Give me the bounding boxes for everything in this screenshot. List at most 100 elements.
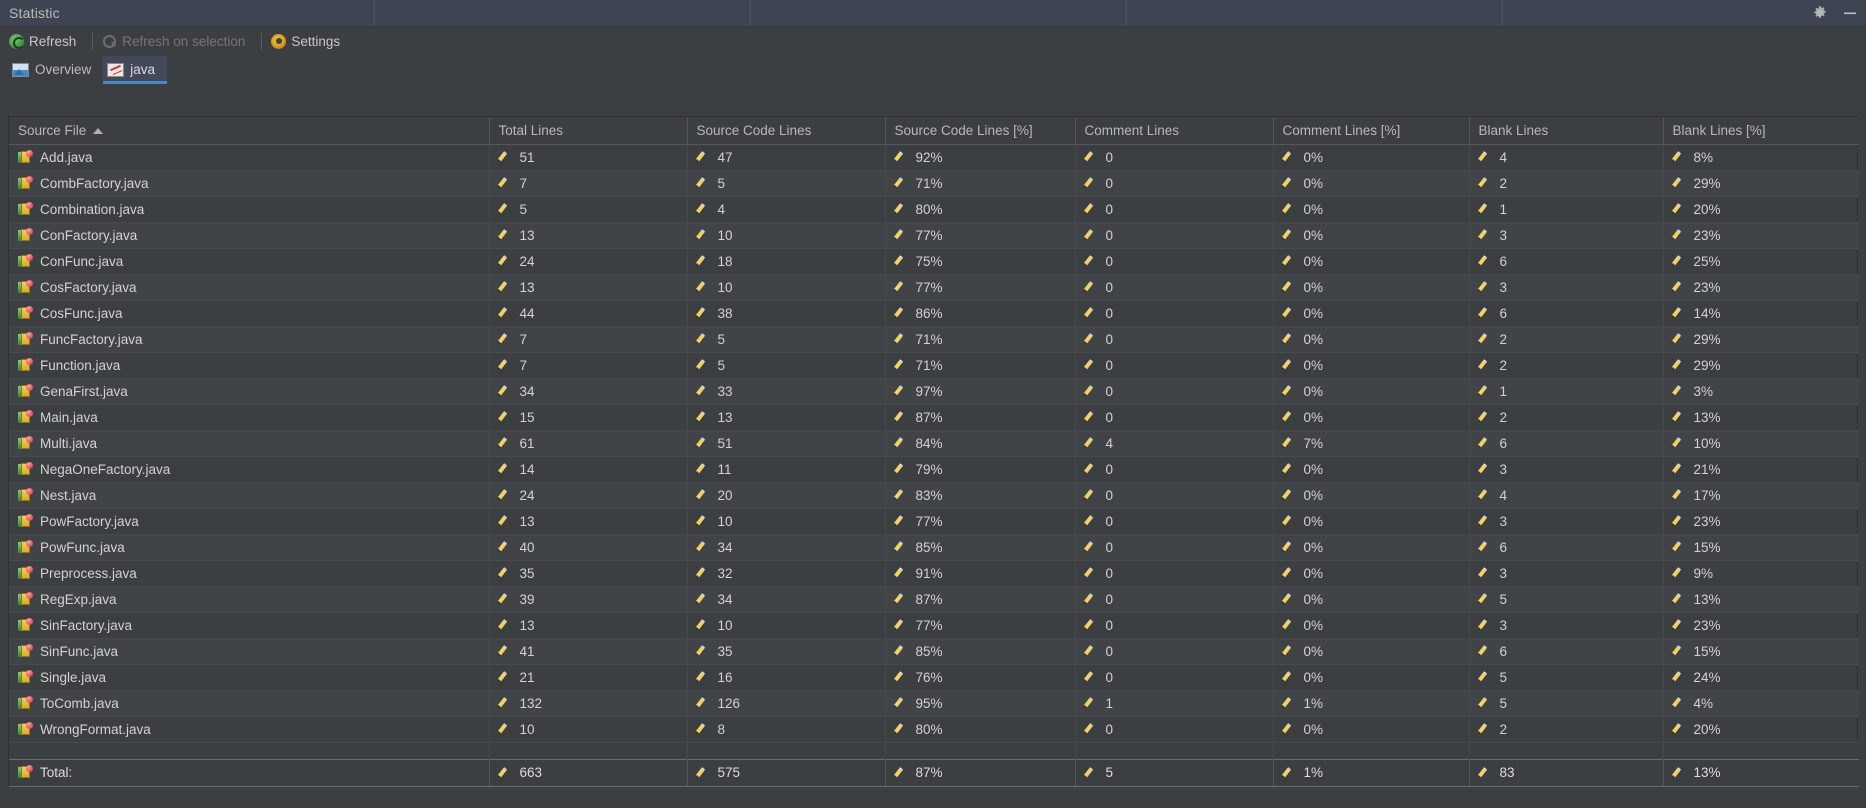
column-header-comment-lines-pct[interactable]: Comment Lines [%] [1273,117,1470,145]
pencil-icon [1283,332,1297,346]
total-lines-cell: 7 [489,352,688,379]
pencil-icon [1085,566,1099,580]
column-header-source-code-lines[interactable]: Source Code Lines [687,117,886,145]
pencil-icon [1479,644,1493,658]
blank-lines-value: 2 [1499,721,1508,737]
pencil-icon [1085,488,1099,502]
table-row[interactable]: ConFactory.java 13 10 77% 0 0% 3 23% [9,222,1859,249]
minimize-icon[interactable] [1841,5,1858,22]
blank-lines-pct-cell: 25% [1663,248,1859,275]
source-code-lines-cell: 16 [687,664,886,691]
comment-lines-pct-value: 0% [1303,227,1324,243]
pencil-icon [1673,592,1687,606]
total-lines-cell: 24 [489,482,688,509]
pencil-icon [499,306,513,320]
table-row[interactable]: FuncFactory.java 7 5 71% 0 0% 2 29% [9,326,1859,353]
blank-lines-pct-value: 23% [1693,227,1721,243]
pencil-icon [1479,410,1493,424]
comment-lines-cell: 0 [1075,378,1274,405]
table-row[interactable]: GenaFirst.java 34 33 97% 0 0% 1 3% [9,378,1859,405]
source-file-name: PowFactory.java [40,513,139,529]
table-row[interactable]: CosFunc.java 44 38 86% 0 0% 6 14% [9,300,1859,327]
settings-button[interactable]: Settings [269,30,349,52]
column-header-blank-lines-pct[interactable]: Blank Lines [%] [1663,117,1859,145]
total-lines-value: 41 [519,643,535,659]
blank-lines-pct-value: 15% [1693,643,1721,659]
source-code-lines-value: 10 [717,513,733,529]
comment-lines-cell: 0 [1075,534,1274,561]
blank-lines-cell: 3 [1469,612,1664,639]
pencil-icon [895,722,909,736]
table-row[interactable]: Preprocess.java 35 32 91% 0 0% 3 9% [9,560,1859,587]
pencil-icon [1479,618,1493,632]
pencil-icon [895,644,909,658]
java-file-icon [18,435,33,451]
column-header-source-file[interactable]: Source File [9,117,490,145]
table-row[interactable]: Nest.java 24 20 83% 0 0% 4 17% [9,482,1859,509]
total-lines-cell: 44 [489,300,688,327]
table-row[interactable]: Main.java 15 13 87% 0 0% 2 13% [9,404,1859,431]
tab-overview[interactable]: Overview [8,56,103,83]
comment-lines-value: 0 [1105,591,1114,607]
blank-lines-value: 6 [1499,539,1508,555]
total-lines-value: 61 [519,435,535,451]
total-blank-lines-pct-value: 13% [1693,765,1721,780]
blank-lines-value: 2 [1499,357,1508,373]
source-code-lines-cell: 5 [687,326,886,353]
pencil-icon [1479,332,1493,346]
refresh-on-selection-button[interactable]: Refresh on selection [100,30,254,52]
total-source-code-lines-value: 575 [717,765,741,780]
column-header-blank-lines[interactable]: Blank Lines [1469,117,1664,145]
table-row[interactable]: Add.java 51 47 92% 0 0% 4 8% [9,144,1859,171]
table-row[interactable]: RegExp.java 39 34 87% 0 0% 5 13% [9,586,1859,613]
comment-lines-value: 0 [1105,201,1114,217]
table-row[interactable]: NegaOneFactory.java 14 11 79% 0 0% 3 21% [9,456,1859,483]
table-row[interactable]: PowFunc.java 40 34 85% 0 0% 6 15% [9,534,1859,561]
source-code-lines-pct-value: 97% [915,383,943,399]
table-row[interactable]: WrongFormat.java 10 8 80% 0 0% 2 20% [9,716,1859,743]
comment-lines-pct-value: 0% [1303,721,1324,737]
column-header-source-code-lines-pct[interactable]: Source Code Lines [%] [885,117,1076,145]
comment-lines-pct-cell: 0% [1273,378,1470,405]
column-header-comment-lines[interactable]: Comment Lines [1075,117,1274,145]
table-row[interactable]: Single.java 21 16 76% 0 0% 5 24% [9,664,1859,691]
table-row[interactable]: SinFunc.java 41 35 85% 0 0% 6 15% [9,638,1859,665]
pencil-icon [697,176,711,190]
tab-java[interactable]: java [103,56,168,84]
table-row[interactable]: CombFactory.java 7 5 71% 0 0% 2 29% [9,170,1859,197]
table-row[interactable]: Combination.java 5 4 80% 0 0% 1 20% [9,196,1859,223]
table-row[interactable]: Function.java 7 5 71% 0 0% 2 29% [9,352,1859,379]
pencil-icon [1085,228,1099,242]
blank-lines-cell: 3 [1469,560,1664,587]
source-file-cell: PowFactory.java [9,508,490,535]
pencil-icon [1673,722,1687,736]
comment-lines-pct-value: 0% [1303,513,1324,529]
table-row[interactable]: CosFactory.java 13 10 77% 0 0% 3 23% [9,274,1859,301]
total-comment-lines-pct-value: 1% [1303,765,1324,780]
pencil-icon [697,228,711,242]
source-code-lines-pct-cell: 91% [885,560,1076,587]
table-row[interactable]: Multi.java 61 51 84% 4 7% 6 10% [9,430,1859,457]
table-row[interactable]: ToComb.java 132 126 95% 1 1% 5 4% [9,690,1859,717]
pencil-icon [1085,592,1099,606]
comment-lines-value: 0 [1105,487,1114,503]
column-header-total-lines[interactable]: Total Lines [489,117,688,145]
table-row[interactable]: SinFactory.java 13 10 77% 0 0% 3 23% [9,612,1859,639]
total-lines-value: 14 [519,461,535,477]
blank-lines-cell: 5 [1469,664,1664,691]
comment-lines-pct-value: 0% [1303,487,1324,503]
table-row[interactable]: PowFactory.java 13 10 77% 0 0% 3 23% [9,508,1859,535]
gear-icon[interactable] [1811,5,1828,22]
total-lines-value: 5 [519,201,528,217]
total-lines-cell: 13 [489,612,688,639]
pencil-icon [1479,436,1493,450]
pencil-icon [1085,410,1099,424]
comment-lines-pct-value: 0% [1303,305,1324,321]
source-code-lines-value: 10 [717,617,733,633]
table-row[interactable]: ConFunc.java 24 18 75% 0 0% 6 25% [9,248,1859,275]
comment-lines-pct-cell: 0% [1273,612,1470,639]
total-lines-cell: 132 [489,690,688,717]
refresh-button[interactable]: Refresh [7,30,85,52]
pencil-icon [1673,384,1687,398]
source-file-cell: Main.java [9,404,490,431]
